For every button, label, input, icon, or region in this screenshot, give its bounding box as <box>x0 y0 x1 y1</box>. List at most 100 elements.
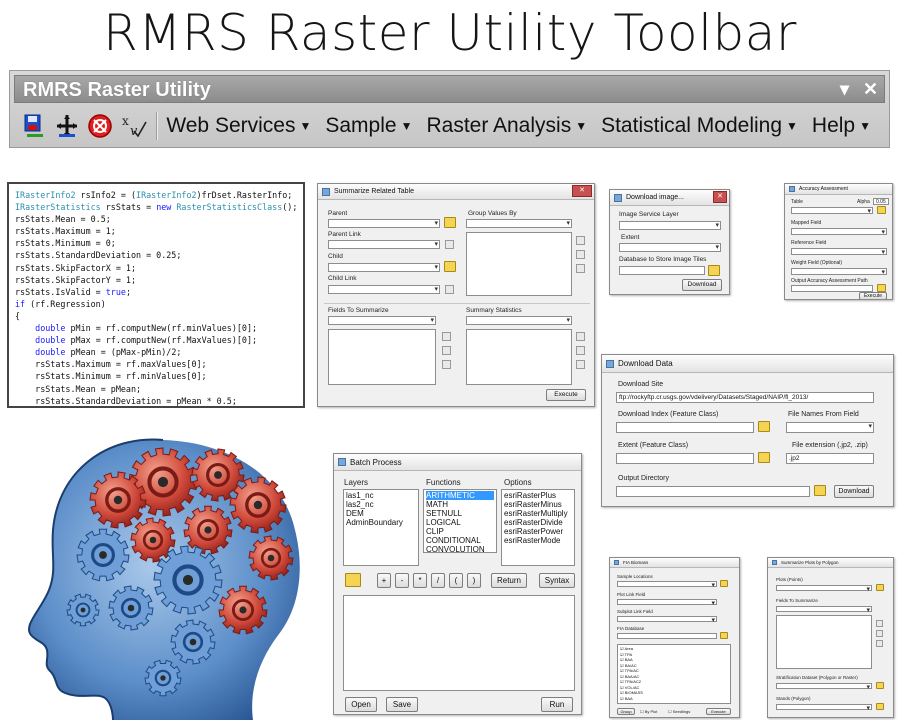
operator-button[interactable]: * <box>413 573 427 588</box>
function-item[interactable]: ARITHMETIC <box>426 491 494 500</box>
execute-button[interactable]: Execute <box>859 292 887 299</box>
mapped-field-combo[interactable] <box>791 228 887 236</box>
group-button[interactable]: Group <box>617 708 635 715</box>
folder-icon[interactable] <box>814 485 826 496</box>
option-item[interactable]: esriRasterPlus <box>504 491 572 500</box>
folder-icon[interactable] <box>708 265 720 276</box>
subplot-link-combo[interactable] <box>617 616 717 624</box>
folder-icon[interactable] <box>876 703 884 710</box>
option-item[interactable]: esriRasterDivide <box>504 518 572 527</box>
fia-database-input[interactable] <box>617 633 717 639</box>
download-button[interactable]: Download <box>834 485 874 498</box>
option-item[interactable]: esriRasterPower <box>504 527 572 536</box>
open-button[interactable]: Open <box>345 697 377 712</box>
menu-raster-analysis[interactable]: Raster Analysis ▼ <box>426 114 587 138</box>
function-item[interactable]: CLIP <box>426 527 494 536</box>
clear-icon[interactable] <box>876 640 883 647</box>
toolbar-close-icon[interactable]: ✕ <box>863 79 878 100</box>
menu-statistical-modeling[interactable]: Statistical Modeling ▼ <box>601 114 798 138</box>
layer-item[interactable]: las2_nc <box>346 500 416 509</box>
function-item[interactable]: CONDITIONAL <box>426 536 494 545</box>
child-link-combo[interactable] <box>328 285 440 294</box>
remove-icon[interactable] <box>576 346 585 355</box>
folder-icon[interactable] <box>877 206 886 214</box>
execute-button[interactable]: Execute <box>706 708 731 715</box>
add-data-icon[interactable] <box>53 111 80 141</box>
stands-combo[interactable] <box>776 704 872 712</box>
return-button[interactable]: Return <box>491 573 527 588</box>
fia-attribute-checkbox[interactable]: ☑ BAA <box>620 696 728 702</box>
folder-icon[interactable] <box>444 217 456 228</box>
layer-item[interactable]: las1_nc <box>346 491 416 500</box>
functions-list[interactable]: ARITHMETIC MATH SETNULL LOGICAL CLIP CONDITIO… <box>423 489 497 553</box>
function-item[interactable]: LOGICAL <box>426 518 494 527</box>
option-item[interactable]: esriRasterMinus <box>504 500 572 509</box>
parent-link-combo[interactable] <box>328 240 440 249</box>
extent-input[interactable] <box>616 453 754 464</box>
plots-combo[interactable] <box>776 585 872 593</box>
group-values-combo[interactable] <box>466 219 572 228</box>
reference-field-combo[interactable] <box>791 248 887 256</box>
remove-icon[interactable] <box>576 250 585 259</box>
operator-button[interactable]: / <box>431 573 445 588</box>
option-item[interactable]: esriRasterMode <box>504 536 572 545</box>
seedlings-checkbox[interactable]: ☐ Seedlings <box>668 709 690 714</box>
close-icon[interactable]: ✕ <box>572 185 592 197</box>
layer-item[interactable]: AdminBoundary <box>346 518 416 527</box>
file-extension-input[interactable]: .jp2 <box>786 453 874 464</box>
save-button[interactable]: Save <box>386 697 418 712</box>
file-names-combo[interactable] <box>786 422 874 433</box>
operator-button[interactable]: ( <box>449 573 463 588</box>
extent-combo[interactable] <box>619 243 721 252</box>
run-button[interactable]: Run <box>541 697 573 712</box>
folder-icon[interactable] <box>758 421 770 432</box>
fields-list[interactable] <box>776 615 872 669</box>
clear-icon[interactable] <box>442 360 451 369</box>
clear-icon[interactable] <box>576 264 585 273</box>
operator-button[interactable]: ) <box>467 573 481 588</box>
folder-icon[interactable] <box>444 261 456 272</box>
group-values-list[interactable] <box>466 232 572 296</box>
fields-combo[interactable] <box>776 606 872 614</box>
option-item[interactable]: esriRasterMultiply <box>504 509 572 518</box>
toolbar-dropdown-icon[interactable]: ▾ <box>840 79 849 100</box>
folder-icon[interactable] <box>345 573 361 587</box>
folder-icon[interactable] <box>876 682 884 689</box>
folder-icon[interactable] <box>758 452 770 463</box>
menu-help[interactable]: Help ▼ <box>812 114 871 138</box>
database-input[interactable] <box>619 266 705 275</box>
download-site-input[interactable]: ftp://rockyftp.cr.usgs.gov/vdelivery/Dat… <box>616 392 874 403</box>
menu-web-services[interactable]: Web Services ▼ <box>166 114 311 138</box>
menu-sample[interactable]: Sample ▼ <box>325 114 412 138</box>
folder-icon[interactable] <box>877 284 886 292</box>
operator-button[interactable]: + <box>377 573 391 588</box>
expression-textarea[interactable] <box>343 595 575 691</box>
folder-icon[interactable] <box>876 584 884 591</box>
syntax-button[interactable]: Syntax <box>539 573 575 588</box>
alpha-input[interactable]: 0.05 <box>873 198 889 205</box>
remove-icon[interactable] <box>442 346 451 355</box>
table-combo[interactable] <box>791 207 873 215</box>
add-icon[interactable] <box>576 332 585 341</box>
save-raster-icon[interactable] <box>20 111 47 141</box>
execute-button[interactable]: Execute <box>546 389 586 401</box>
layer-item[interactable]: DEM <box>346 509 416 518</box>
add-icon[interactable] <box>576 236 585 245</box>
refresh-icon[interactable] <box>445 285 454 294</box>
refresh-icon[interactable] <box>445 240 454 249</box>
output-path-input[interactable] <box>791 285 873 292</box>
clear-icon[interactable] <box>576 360 585 369</box>
add-icon[interactable] <box>442 332 451 341</box>
image-service-combo[interactable] <box>619 221 721 230</box>
folder-icon[interactable] <box>720 580 728 587</box>
plot-link-combo[interactable] <box>617 599 717 607</box>
by-plot-checkbox[interactable]: ☐ By Plot <box>640 709 657 714</box>
stratification-combo[interactable] <box>776 683 872 691</box>
output-directory-input[interactable] <box>616 486 810 497</box>
operator-button[interactable]: - <box>395 573 409 588</box>
folder-icon[interactable] <box>720 632 728 639</box>
layers-list[interactable]: las1_nc las2_nc DEM AdminBoundary <box>343 489 419 566</box>
add-icon[interactable] <box>876 620 883 627</box>
sample-locations-combo[interactable] <box>617 581 717 589</box>
weight-field-combo[interactable] <box>791 268 887 276</box>
